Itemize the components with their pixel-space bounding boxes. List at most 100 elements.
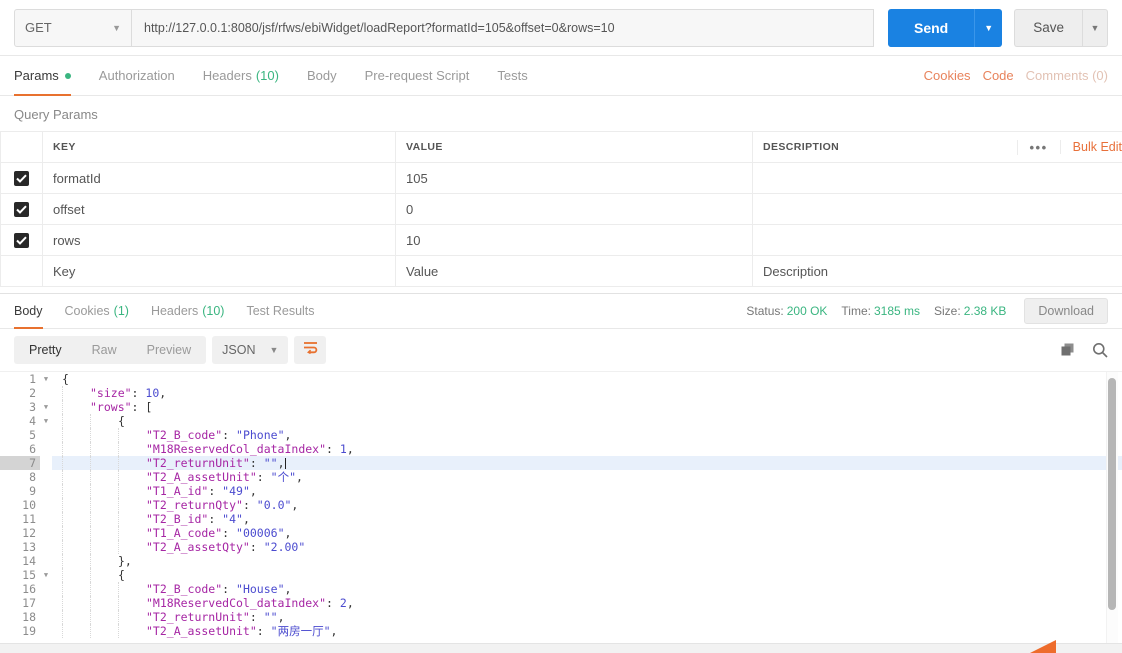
format-select[interactable]: JSON ▼ [212,336,289,364]
new-param-key-input[interactable]: Key [42,255,396,287]
save-options-chevron-down-icon[interactable]: ▼ [1082,8,1108,47]
fold-spacer [40,540,52,554]
save-button-group: Save ▼ [1014,8,1108,47]
tab-pre-request-script[interactable]: Pre-request Script [365,56,470,96]
comments-link[interactable]: Comments (0) [1026,68,1108,83]
code-token: "" [263,456,278,470]
bulk-edit-link[interactable]: Bulk Edit [1059,140,1122,154]
param-key[interactable]: offset [42,193,396,225]
code-token: }, [118,554,132,568]
tab-headers-count: (10) [255,68,279,83]
save-button[interactable]: Save [1014,8,1082,47]
code-token: "M18ReservedCol_dataIndex" [146,442,327,456]
response-tab-test-results[interactable]: Test Results [246,293,314,329]
search-icon[interactable] [1092,342,1108,358]
http-method-select[interactable]: GET ▼ [14,8,132,47]
editor-scrollbar-thumb[interactable] [1108,378,1116,610]
new-param-description-input[interactable]: Description [752,255,1122,287]
tab-body[interactable]: Body [307,56,337,96]
copy-icon[interactable] [1060,342,1076,358]
code-line: 9 "T1_A_id": "49", [0,484,1122,498]
param-description[interactable] [752,224,1122,256]
line-number: 7 [0,456,40,470]
code-line-content: "T2_A_assetUnit": "个", [52,470,1122,484]
response-tab-body-label: Body [14,304,43,318]
code-link[interactable]: Code [983,68,1014,83]
new-param-value-input[interactable]: Value [395,255,753,287]
view-mode-preview[interactable]: Preview [132,336,206,364]
line-number: 11 [0,512,40,526]
word-wrap-icon [303,341,318,359]
status-value: 200 OK [786,304,828,318]
query-params-table: KEY VALUE DESCRIPTION ••• Bulk Edit form… [0,131,1122,287]
code-token: 1 [339,442,347,456]
param-description[interactable] [752,193,1122,225]
param-key[interactable]: rows [42,224,396,256]
code-token: { [118,568,125,582]
indent-guide [62,624,63,638]
indent-guide [90,456,91,470]
indent-guide [62,596,63,610]
param-enabled-checkbox[interactable] [14,201,29,217]
time-value: 3185 ms [873,304,921,318]
code-token: "T2_returnUnit" [146,610,250,624]
cookies-link[interactable]: Cookies [924,68,971,83]
unsaved-dot-icon [64,72,71,79]
download-button[interactable]: Download [1024,298,1108,324]
indent-guide [118,610,119,624]
code-token: "49" [222,484,250,498]
fold-spacer [40,498,52,512]
url-input[interactable]: http://127.0.0.1:8080/jsf/rfws/ebiWidget… [132,8,874,47]
code-line-content: { [52,372,1122,386]
tab-headers[interactable]: Headers (10) [203,56,279,96]
line-number: 13 [0,540,40,554]
line-number: 1 [0,372,40,386]
table-row: formatId 105 [0,162,1122,194]
param-key[interactable]: formatId [42,162,396,194]
tab-tests[interactable]: Tests [497,56,527,96]
indent-guide [62,428,63,442]
fold-triangle-icon[interactable]: ▼ [40,414,52,428]
code-token: "00006" [236,526,285,540]
code-token: : [326,596,340,610]
view-mode-pretty[interactable]: Pretty [14,336,77,364]
param-value[interactable]: 105 [395,162,753,194]
code-line-content: "T2_B_id": "4", [52,512,1122,526]
code-token: , [346,442,354,456]
fold-triangle-icon[interactable]: ▼ [40,372,52,386]
param-enabled-checkbox[interactable] [14,170,29,186]
response-tab-cookies[interactable]: Cookies (1) [65,293,129,329]
fold-triangle-icon[interactable]: ▼ [40,400,52,414]
param-enabled-checkbox[interactable] [14,232,29,248]
fold-triangle-icon[interactable]: ▼ [40,568,52,582]
time-label: Time: [841,304,871,318]
code-line: 1 ▼ { [0,372,1122,386]
param-description[interactable] [752,162,1122,194]
send-options-chevron-down-icon[interactable]: ▼ [974,8,1003,47]
send-button[interactable]: Send [887,8,975,47]
editor-scrollbar-track[interactable] [1106,372,1118,643]
size-badge: Size: 2.38 KB [934,304,1006,318]
line-number: 4 [0,414,40,428]
view-mode-raw[interactable]: Raw [77,336,132,364]
line-number: 18 [0,610,40,624]
response-body-editor[interactable]: 1 ▼{2 "size": 10, 3 ▼ "rows": [4 ▼{5 "T2_B_code… [0,371,1122,643]
row-checkbox-cell [0,162,43,194]
code-line-content: "T2_A_assetUnit": "两房一厅", [52,624,1122,638]
more-options-icon[interactable]: ••• [1016,139,1060,155]
indent-guide [118,540,119,554]
code-token: : [249,540,264,554]
status-badge: Status: 200 OK [746,304,827,318]
code-line: 4 ▼ { [0,414,1122,428]
request-tab-bar: Params Authorization Headers (10) Body P… [0,56,1122,96]
code-line: 7 "T2_returnUnit": "", [0,456,1122,470]
param-value[interactable]: 10 [395,224,753,256]
param-value[interactable]: 0 [395,193,753,225]
tab-params[interactable]: Params [14,56,71,96]
response-tab-headers[interactable]: Headers (10) [151,293,224,329]
response-tab-body[interactable]: Body [14,293,43,329]
word-wrap-button[interactable] [294,336,327,364]
code-token: "T2_returnUnit" [146,456,250,470]
code-token: , [159,386,167,400]
tab-authorization[interactable]: Authorization [99,56,175,96]
